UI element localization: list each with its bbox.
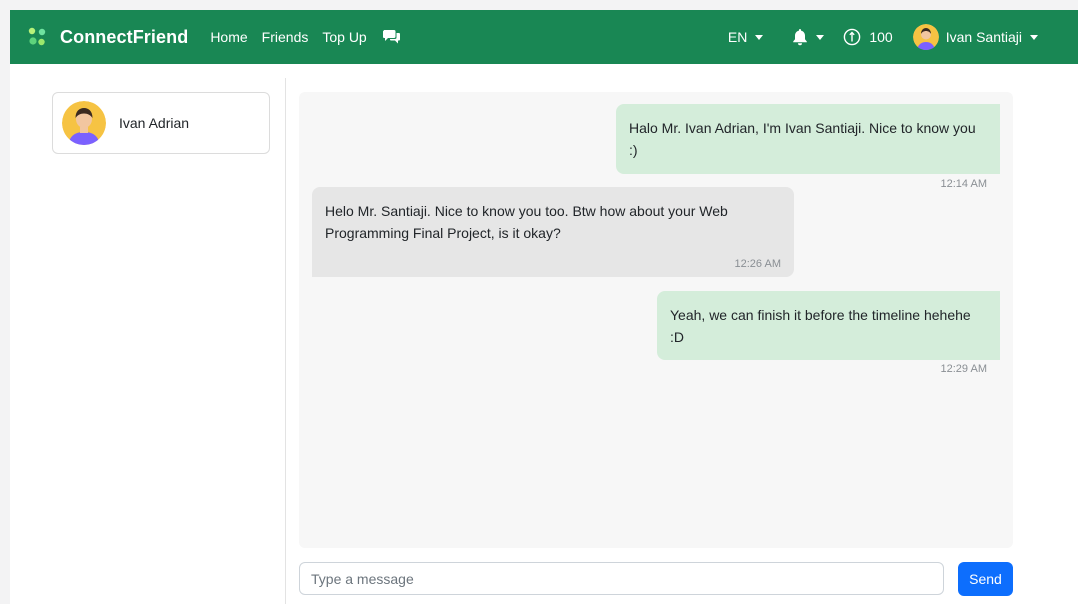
chevron-down-icon (1030, 34, 1038, 40)
coin-icon (844, 28, 861, 46)
navbar: ConnectFriend Home Friends Top Up EN 100… (10, 10, 1078, 64)
message-text: Halo Mr. Ivan Adrian, I'm Ivan Santiaji.… (629, 120, 976, 158)
sidebar-divider (285, 78, 286, 604)
send-button[interactable]: Send (958, 562, 1013, 596)
message-input[interactable] (299, 562, 944, 595)
brand[interactable]: ConnectFriend (27, 26, 188, 48)
coin-balance[interactable]: 100 (843, 28, 893, 46)
message-composer: Send (299, 562, 1013, 596)
message-sent: Halo Mr. Ivan Adrian, I'm Ivan Santiaji.… (616, 104, 1000, 190)
message-received: Helo Mr. Santiaji. Nice to know you too.… (312, 187, 794, 277)
friend-card[interactable]: Ivan Adrian (52, 92, 270, 154)
nav-link-friends[interactable]: Friends (262, 29, 309, 45)
brand-name: ConnectFriend (60, 26, 189, 47)
language-label: EN (727, 29, 748, 45)
language-dropdown[interactable]: EN (727, 29, 764, 45)
coin-count: 100 (869, 29, 893, 45)
friend-name: Ivan Adrian (119, 115, 190, 131)
message-time: 12:26 AM (734, 258, 781, 270)
bell-icon (793, 29, 808, 46)
message-time: 12:29 AM (940, 363, 987, 375)
chevron-down-icon (755, 34, 764, 40)
message-text: Helo Mr. Santiaji. Nice to know you too.… (325, 203, 728, 241)
avatar (912, 24, 939, 50)
user-name: Ivan Santiaji (945, 29, 1022, 45)
user-menu-dropdown[interactable]: Ivan Santiaji (912, 24, 1038, 50)
message-text: Yeah, we can finish it before the timeli… (670, 307, 971, 345)
nav-link-home[interactable]: Home (210, 29, 247, 45)
chat-messages: Halo Mr. Ivan Adrian, I'm Ivan Santiaji.… (299, 92, 1013, 548)
chat-bubbles-icon[interactable] (382, 29, 401, 45)
navbar-right: EN 100 Ivan Santiaji (728, 10, 1078, 64)
chevron-down-icon (816, 34, 825, 40)
avatar (62, 101, 106, 145)
friends-sidebar: Ivan Adrian (10, 64, 285, 604)
message-sent: Yeah, we can finish it before the timeli… (657, 291, 1000, 375)
app-window: ConnectFriend Home Friends Top Up EN 100… (10, 10, 1078, 604)
nav-link-top-up[interactable]: Top Up (322, 29, 366, 45)
notifications-dropdown[interactable] (792, 28, 825, 46)
brand-logo-icon (28, 27, 46, 46)
